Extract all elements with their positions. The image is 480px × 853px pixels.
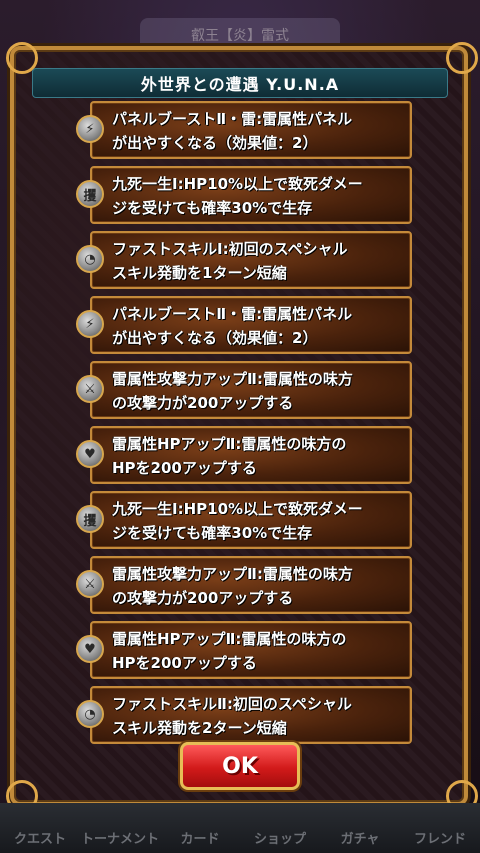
frame-corner-ornament xyxy=(446,42,478,74)
skill-line-2: HPを200アップする xyxy=(112,459,257,477)
skill-card: 雷属性攻撃力アップⅡ:雷属性の味方 の攻撃力が200アップする xyxy=(90,556,412,614)
skill-item: 雷属性HPアップⅡ:雷属性の味方の HPを200アップする ♥ xyxy=(76,621,416,679)
skill-card: 九死一生Ⅰ:HP10%以上で致死ダメー ジを受けても確率30%で生存 xyxy=(90,166,412,224)
skill-line-1: 雷属性HPアップⅡ:雷属性の味方の xyxy=(112,435,347,453)
skill-card: 雷属性HPアップⅡ:雷属性の味方の HPを200アップする xyxy=(90,426,412,484)
skill-item: 九死一生Ⅰ:HP10%以上で致死ダメー ジを受けても確率30%で生存攫 xyxy=(76,491,416,549)
skill-card: 九死一生Ⅰ:HP10%以上で致死ダメー ジを受けても確率30%で生存 xyxy=(90,491,412,549)
skill-list: パネルブーストⅡ・雷:雷属性パネル が出やすくなる（効果値：2） ⚡ 九死一生Ⅰ:HP… xyxy=(76,101,416,751)
skill-card: パネルブーストⅡ・雷:雷属性パネル が出やすくなる（効果値：2） xyxy=(90,101,412,159)
hp-up-icon: ♥ xyxy=(76,635,104,663)
attack-up-icon: ⚔ xyxy=(76,570,104,598)
skill-line-1: パネルブーストⅡ・雷:雷属性パネル xyxy=(112,305,353,323)
skill-line-1: 九死一生Ⅰ:HP10%以上で致死ダメー xyxy=(112,175,363,193)
dialog-title-bar: 外世界との遭遇 Y.U.N.A xyxy=(32,68,448,98)
skill-item: 雷属性HPアップⅡ:雷属性の味方の HPを200アップする ♥ xyxy=(76,426,416,484)
panel-boost-icon: ⚡ xyxy=(76,115,104,143)
skill-item: パネルブーストⅡ・雷:雷属性パネル が出やすくなる（効果値：2） ⚡ xyxy=(76,101,416,159)
skill-item: パネルブーストⅡ・雷:雷属性パネル が出やすくなる（効果値：2） ⚡ xyxy=(76,296,416,354)
skill-card: ファストスキルⅡ:初回のスペシャル スキル発動を2ターン短縮 xyxy=(90,686,412,744)
ok-button-label: OK xyxy=(222,753,258,779)
skill-card: 雷属性攻撃力アップⅡ:雷属性の味方 の攻撃力が200アップする xyxy=(90,361,412,419)
tab-3[interactable]: ショップ xyxy=(240,803,320,853)
skill-line-2: HPを200アップする xyxy=(112,654,257,672)
skill-item: 雷属性攻撃力アップⅡ:雷属性の味方 の攻撃力が200アップする ⚔ xyxy=(76,361,416,419)
skill-description: ファストスキルⅠ:初回のスペシャル スキル発動を1ターン短縮 xyxy=(112,237,408,285)
skill-line-2: ジを受けても確率30%で生存 xyxy=(112,199,313,217)
skill-description: パネルブーストⅡ・雷:雷属性パネル が出やすくなる（効果値：2） xyxy=(112,302,408,350)
skill-line-1: ファストスキルⅡ:初回のスペシャル xyxy=(112,695,352,713)
skill-item: 雷属性攻撃力アップⅡ:雷属性の味方 の攻撃力が200アップする ⚔ xyxy=(76,556,416,614)
skill-line-2: ジを受けても確率30%で生存 xyxy=(112,524,313,542)
skill-line-2: の攻撃力が200アップする xyxy=(112,394,294,412)
skill-line-2: スキル発動を2ターン短縮 xyxy=(112,719,287,737)
hp-up-icon: ♥ xyxy=(76,440,104,468)
survive-icon: 攫 xyxy=(76,505,104,533)
skill-line-1: パネルブーストⅡ・雷:雷属性パネル xyxy=(112,110,353,128)
skill-line-2: の攻撃力が200アップする xyxy=(112,589,294,607)
skill-item: ファストスキルⅠ:初回のスペシャル スキル発動を1ターン短縮 ◔ xyxy=(76,231,416,289)
skill-line-2: が出やすくなる（効果値：2） xyxy=(112,329,318,347)
fast-skill-icon: ◔ xyxy=(76,700,104,728)
skill-line-1: 九死一生Ⅰ:HP10%以上で致死ダメー xyxy=(112,500,363,518)
skill-description: 雷属性攻撃力アップⅡ:雷属性の味方 の攻撃力が200アップする xyxy=(112,367,408,415)
skill-description: ファストスキルⅡ:初回のスペシャル スキル発動を2ターン短縮 xyxy=(112,692,408,740)
skill-item: 九死一生Ⅰ:HP10%以上で致死ダメー ジを受けても確率30%で生存攫 xyxy=(76,166,416,224)
bottom-tab-bar: クエスト トーナメント カード ショップ ガチャ フレンド xyxy=(0,803,480,853)
skill-item: ファストスキルⅡ:初回のスペシャル スキル発動を2ターン短縮 ◔ xyxy=(76,686,416,744)
skill-line-1: ファストスキルⅠ:初回のスペシャル xyxy=(112,240,348,258)
panel-boost-icon: ⚡ xyxy=(76,310,104,338)
tab-0[interactable]: クエスト xyxy=(0,803,80,853)
ok-button[interactable]: OK xyxy=(180,742,300,790)
skill-line-1: 雷属性攻撃力アップⅡ:雷属性の味方 xyxy=(112,565,353,583)
tab-4[interactable]: ガチャ xyxy=(320,803,400,853)
skill-description: 九死一生Ⅰ:HP10%以上で致死ダメー ジを受けても確率30%で生存 xyxy=(112,497,408,545)
skill-description: 雷属性HPアップⅡ:雷属性の味方の HPを200アップする xyxy=(112,432,408,480)
tab-2[interactable]: カード xyxy=(160,803,240,853)
skill-description: パネルブーストⅡ・雷:雷属性パネル が出やすくなる（効果値：2） xyxy=(112,107,408,155)
skill-line-2: スキル発動を1ターン短縮 xyxy=(112,264,287,282)
skill-card: ファストスキルⅠ:初回のスペシャル スキル発動を1ターン短縮 xyxy=(90,231,412,289)
tab-5[interactable]: フレンド xyxy=(400,803,480,853)
dialog-title: 外世界との遭遇 Y.U.N.A xyxy=(140,75,340,94)
survive-icon: 攫 xyxy=(76,180,104,208)
fast-skill-icon: ◔ xyxy=(76,245,104,273)
skill-line-1: 雷属性HPアップⅡ:雷属性の味方の xyxy=(112,630,347,648)
skill-description: 九死一生Ⅰ:HP10%以上で致死ダメー ジを受けても確率30%で生存 xyxy=(112,172,408,220)
skill-line-1: 雷属性攻撃力アップⅡ:雷属性の味方 xyxy=(112,370,353,388)
skill-card: 雷属性HPアップⅡ:雷属性の味方の HPを200アップする xyxy=(90,621,412,679)
skill-description: 雷属性HPアップⅡ:雷属性の味方の HPを200アップする xyxy=(112,627,408,675)
skill-card: パネルブーストⅡ・雷:雷属性パネル が出やすくなる（効果値：2） xyxy=(90,296,412,354)
skill-line-2: が出やすくなる（効果値：2） xyxy=(112,134,318,152)
tab-1[interactable]: トーナメント xyxy=(80,803,160,853)
skill-description: 雷属性攻撃力アップⅡ:雷属性の味方 の攻撃力が200アップする xyxy=(112,562,408,610)
attack-up-icon: ⚔ xyxy=(76,375,104,403)
